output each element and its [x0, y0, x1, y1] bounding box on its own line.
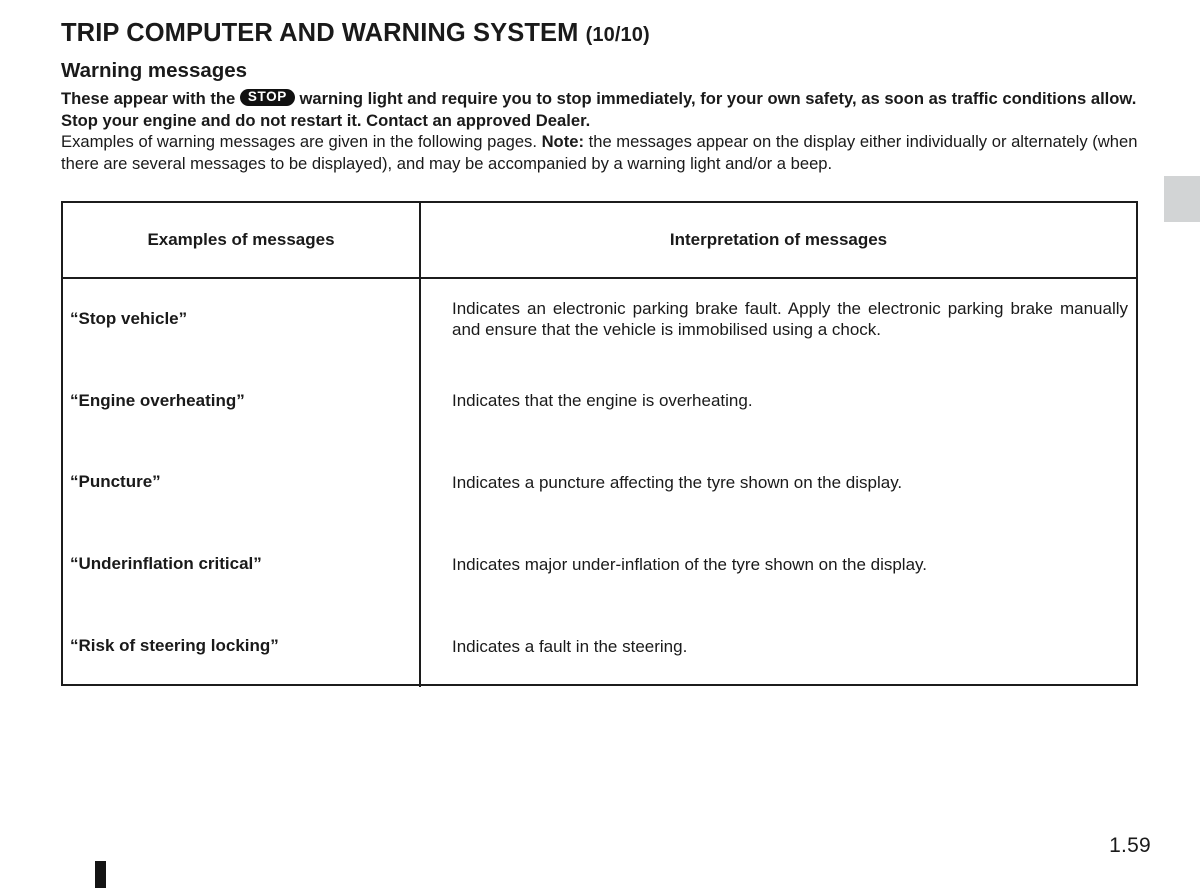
table-row: “Stop vehicle” Indicates an electronic p… [63, 278, 1136, 360]
message-interpretation: Indicates an electronic parking brake fa… [452, 299, 1128, 340]
intro-text-block: These appear with the STOP warning light… [61, 88, 1141, 174]
section-heading: Warning messages [61, 59, 248, 82]
column-header-interpretation: Interpretation of messages [420, 203, 1136, 279]
message-interpretation: Indicates a fault in the steering. [452, 636, 688, 656]
message-example: “Underinflation critical” [63, 523, 421, 606]
chapter-pager: (10/10) [585, 24, 650, 46]
message-interpretation: Indicates that the engine is overheating… [452, 391, 753, 411]
message-example: “Engine overheating” [63, 359, 421, 442]
intro-paragraph-warning: These appear with the STOP warning light… [61, 88, 1141, 131]
warning-messages-table: Examples of messages Interpretation of m… [61, 201, 1138, 687]
section-edge-tab [1164, 176, 1200, 222]
note-label: Note: [541, 132, 584, 151]
column-header-examples: Examples of messages [63, 203, 421, 279]
page-title: TRIP COMPUTER AND WARNING SYSTEM (10/10) [61, 0, 1141, 48]
message-example: “Risk of steering locking” [63, 605, 421, 687]
table-row: “Engine overheating” Indicates that the … [63, 359, 1136, 442]
intro-line1-lead: These appear with the [61, 89, 236, 108]
message-interpretation: Indicates major under-inflation of the t… [452, 554, 928, 574]
chapter-edge-marker [95, 861, 106, 888]
message-example: “Stop vehicle” [63, 278, 421, 360]
message-interpretation: Indicates a puncture affecting the tyre … [452, 472, 903, 492]
stop-warning-light-icon: STOP [239, 89, 295, 107]
table-header-row: Examples of messages Interpretation of m… [63, 203, 1136, 279]
table-row: “Risk of steering locking” Indicates a f… [63, 605, 1136, 687]
page-content: TRIP COMPUTER AND WARNING SYSTEM (10/10)… [61, 0, 1141, 174]
message-example: “Puncture” [63, 441, 421, 524]
intro-paragraph-note: Examples of warning messages are given i… [61, 131, 1141, 174]
manual-page: TRIP COMPUTER AND WARNING SYSTEM (10/10)… [0, 0, 1200, 888]
chapter-title-text: TRIP COMPUTER AND WARNING SYSTEM [61, 19, 579, 47]
table-row: “Puncture” Indicates a puncture affectin… [63, 441, 1136, 524]
intro-line2-part1: Examples of warning messages are given i… [61, 132, 537, 151]
page-number: 1.59 [1109, 834, 1151, 857]
table-row: “Underinflation critical” Indicates majo… [63, 523, 1136, 606]
table-body: “Stop vehicle” Indicates an electronic p… [63, 278, 1136, 687]
